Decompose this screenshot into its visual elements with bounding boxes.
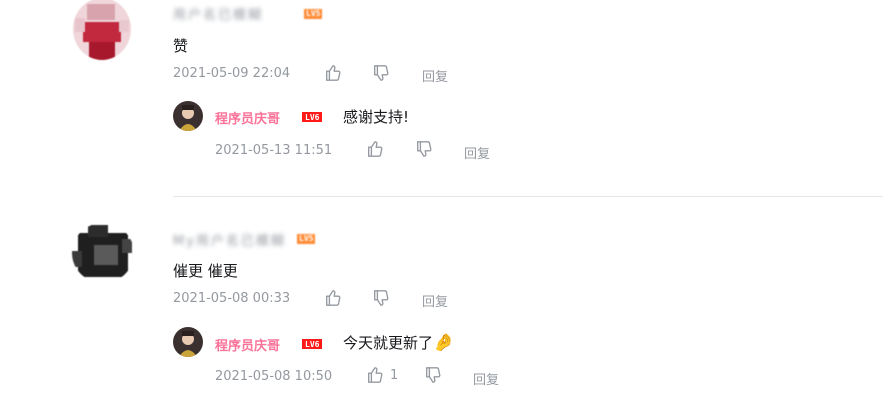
pinched-fingers-emoji: 🤌 [433,333,455,353]
up-level-badge: LV6 [302,112,323,122]
reply-like-button[interactable]: 1 [366,366,398,384]
thumbs-up-icon [368,141,383,157]
thumbs-down-icon [374,65,389,81]
comment-username[interactable]: My用户名已模糊 [173,230,286,249]
comment-time: 2021-05-09 22:04 [173,66,291,81]
up-level-badge: LV6 [302,339,323,349]
user-level-badge: LV5 [304,9,323,19]
thumbs-up-icon [368,367,383,383]
thumbs-down-icon [374,290,389,306]
like-button[interactable] [324,289,342,307]
like-button[interactable] [324,64,342,82]
reply-button[interactable]: 回复 [422,291,448,310]
thumbs-down-icon [426,367,441,383]
comment-username[interactable]: 用户名已模糊 [173,4,263,23]
reply-dislike-button[interactable] [424,366,442,384]
reply-time: 2021-05-13 11:51 [215,143,333,158]
user-level-badge: LV5 [297,234,316,244]
reply-reply-button[interactable]: 回复 [473,369,499,388]
comment-time: 2021-05-08 00:33 [173,291,291,306]
reply-text: 感谢支持! [343,108,410,126]
reply-username[interactable]: 程序员庆哥 [215,108,280,127]
reply-text-content: 今天就更新了 [343,334,434,352]
up-avatar[interactable] [173,327,203,357]
thumbs-up-icon [326,65,341,81]
like-count: 1 [390,367,399,383]
reply-button[interactable]: 回复 [422,66,448,85]
thumbs-down-icon [417,141,432,157]
user-avatar[interactable] [72,223,134,283]
comment-text: 催更 催更 [173,262,238,280]
comment-divider [173,196,883,197]
reply-like-button[interactable] [366,140,390,158]
reply-time: 2021-05-08 10:50 [215,369,333,384]
comment-text: 赞 [173,37,189,55]
dislike-button[interactable] [372,289,390,307]
thumbs-up-icon [326,290,341,306]
reply-dislike-button[interactable] [415,140,433,158]
dislike-button[interactable] [372,64,390,82]
user-avatar[interactable] [73,0,131,60]
reply-text: 今天就更新了🤌 [343,332,454,353]
reply-username[interactable]: 程序员庆哥 [215,335,280,354]
reply-reply-button[interactable]: 回复 [464,143,490,162]
up-avatar[interactable] [173,101,203,131]
